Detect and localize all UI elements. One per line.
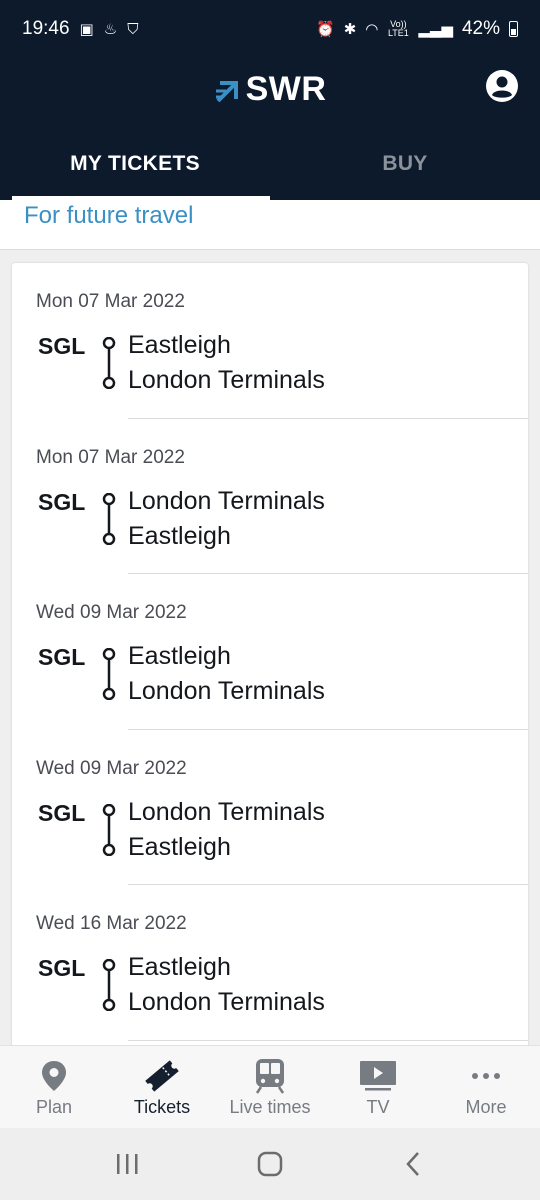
- nav-plan[interactable]: Plan: [0, 1046, 108, 1128]
- route-line-icon: [102, 337, 116, 389]
- ticket-destination: London Terminals: [128, 366, 325, 394]
- ticket-date: Wed 16 Mar 2022: [36, 913, 187, 934]
- recent-apps-icon: [116, 1154, 138, 1174]
- swr-logo: SWR: [0, 70, 540, 109]
- ticket-destination: London Terminals: [128, 988, 325, 1016]
- ticket-item[interactable]: Wed 16 Mar 2022 SGL Eastleigh London Ter…: [12, 885, 528, 1041]
- ticket-type: SGL: [38, 799, 86, 826]
- tab-bar: MY TICKETS BUY: [0, 128, 540, 200]
- system-navigation-bar: [0, 1128, 540, 1200]
- back-chevron-icon: [406, 1152, 420, 1176]
- tab-buy[interactable]: BUY: [270, 128, 540, 200]
- swr-logo-arrow-icon: [215, 80, 238, 102]
- divider: [128, 1039, 528, 1041]
- tv-icon: [358, 1058, 398, 1094]
- ticket-origin: Eastleigh: [128, 642, 231, 670]
- section-title: For future travel: [24, 202, 194, 229]
- route-line-icon: [102, 648, 116, 700]
- ticket-origin: London Terminals: [128, 486, 325, 515]
- nav-live-times[interactable]: Live times: [216, 1046, 324, 1128]
- recent-apps-button[interactable]: [107, 1144, 147, 1184]
- ticket-origin: Eastleigh: [128, 953, 231, 981]
- nav-tickets[interactable]: Tickets: [108, 1046, 216, 1128]
- ticket-item[interactable]: Mon 07 Mar 2022 SGL Eastleigh London Ter…: [12, 263, 528, 419]
- ticket-type: SGL: [38, 333, 86, 359]
- wifi-icon: ◠: [365, 20, 379, 38]
- bluetooth-icon: ✱: [343, 20, 357, 38]
- ticket-destination: London Terminals: [128, 677, 325, 705]
- battery-percent: 42%: [461, 18, 500, 39]
- account-button[interactable]: [486, 70, 518, 102]
- ticket-date: Wed 09 Mar 2022: [36, 757, 187, 779]
- battery-icon: [509, 21, 518, 37]
- ticket-item[interactable]: Mon 07 Mar 2022 SGL London Terminals Eas…: [12, 419, 528, 574]
- more-dots-icon: [466, 1058, 506, 1094]
- nav-live-times-label: Live times: [229, 1097, 311, 1117]
- nav-tv[interactable]: TV: [324, 1046, 432, 1128]
- ticket-type: SGL: [38, 644, 86, 670]
- location-pin-icon: [34, 1058, 74, 1094]
- home-icon: [257, 1151, 283, 1177]
- ticket-date: Mon 07 Mar 2022: [36, 291, 185, 312]
- ticket-list: Mon 07 Mar 2022 SGL Eastleigh London Ter…: [12, 263, 528, 1063]
- app-header: SWR MY TICKETS BUY: [0, 58, 540, 200]
- ticket-type: SGL: [38, 955, 86, 981]
- ticket-type: SGL: [38, 488, 86, 515]
- notification-icon: ▣: [79, 20, 94, 38]
- route-line-icon: [102, 492, 116, 545]
- home-button[interactable]: [250, 1144, 290, 1184]
- alarm-icon: ⏰: [316, 20, 335, 38]
- bottom-navigation: Plan Tickets Live times TV More: [0, 1045, 540, 1128]
- nav-tv-label: TV: [366, 1097, 390, 1117]
- ticket-item[interactable]: Wed 09 Mar 2022 SGL London Terminals Eas…: [12, 730, 528, 885]
- ticket-destination: Eastleigh: [128, 521, 231, 550]
- nav-more-label: More: [465, 1097, 507, 1117]
- shield-icon: ⛉: [127, 20, 139, 38]
- app-notification-icon: ♨: [103, 20, 118, 38]
- ticket-date: Mon 07 Mar 2022: [36, 446, 185, 468]
- ticket-icon: [142, 1058, 182, 1094]
- ticket-origin: London Terminals: [128, 797, 325, 826]
- train-icon: [250, 1058, 290, 1094]
- ticket-item[interactable]: Wed 09 Mar 2022 SGL Eastleigh London Ter…: [12, 574, 528, 730]
- account-icon: [487, 71, 517, 101]
- nav-plan-label: Plan: [35, 1097, 73, 1117]
- tab-my-tickets[interactable]: MY TICKETS: [0, 128, 270, 200]
- status-time: 19:46: [22, 18, 70, 39]
- route-line-icon: [102, 959, 116, 1011]
- status-bar: 19:46 ▣ ♨ ⛉ ⏰ ✱ ◠ Vo)) LTE1 ▂▃▅ 42%: [0, 0, 540, 58]
- logo-text: SWR: [245, 70, 327, 108]
- signal-icon: ▂▃▅: [418, 20, 453, 38]
- ticket-date: Wed 09 Mar 2022: [36, 602, 187, 623]
- nav-more[interactable]: More: [432, 1046, 540, 1128]
- route-line-icon: [102, 803, 116, 856]
- nav-tickets-label: Tickets: [133, 1097, 191, 1117]
- ticket-origin: Eastleigh: [128, 331, 231, 359]
- ticket-destination: Eastleigh: [128, 832, 231, 861]
- back-button[interactable]: [393, 1144, 433, 1184]
- section-header: For future travel: [0, 200, 540, 250]
- network-label: Vo)) LTE1: [387, 19, 409, 38]
